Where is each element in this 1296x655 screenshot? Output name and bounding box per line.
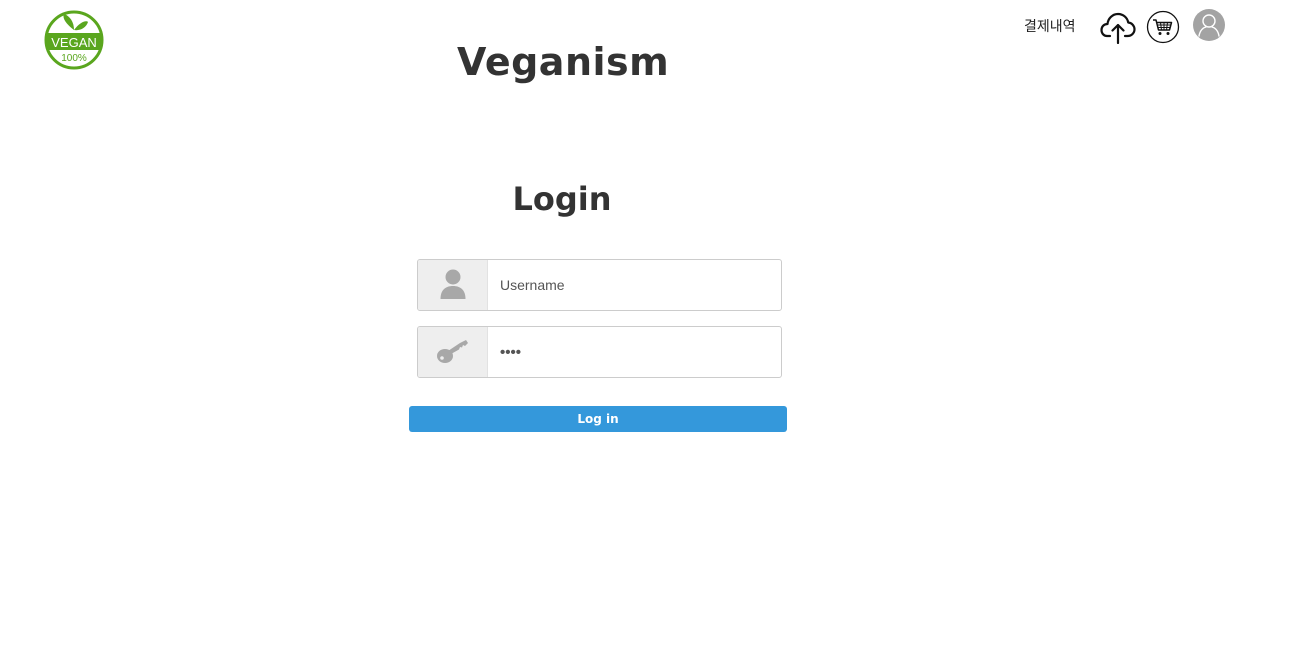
site-title: Veganism [457,40,670,84]
username-input-group [417,259,782,311]
cloud-upload-icon [1100,12,1136,45]
vegan-badge-icon: VEGAN 100% [44,10,104,70]
vegan-badge-subtext: 100% [61,53,87,64]
password-input[interactable] [488,327,781,377]
key-icon [436,340,468,363]
vegan-badge-logo[interactable]: VEGAN 100% [44,10,104,70]
username-input[interactable] [488,260,781,310]
password-addon [418,327,488,377]
username-addon [418,260,488,310]
profile-button[interactable] [1192,8,1226,42]
user-avatar-icon [1193,9,1225,41]
password-input-group [417,326,782,378]
vegan-badge-text: VEGAN [51,35,97,50]
payment-history-link[interactable]: 결제내역 [1024,16,1088,36]
login-page: VEGAN 100% Veganism 결제내역 Login Username … [0,0,1296,655]
login-button[interactable]: Log in [409,406,787,432]
login-title: Login [512,180,612,218]
shopping-cart-icon [1146,10,1180,44]
upload-button[interactable] [1100,10,1136,45]
user-icon [440,269,465,299]
cart-button[interactable] [1146,10,1180,44]
